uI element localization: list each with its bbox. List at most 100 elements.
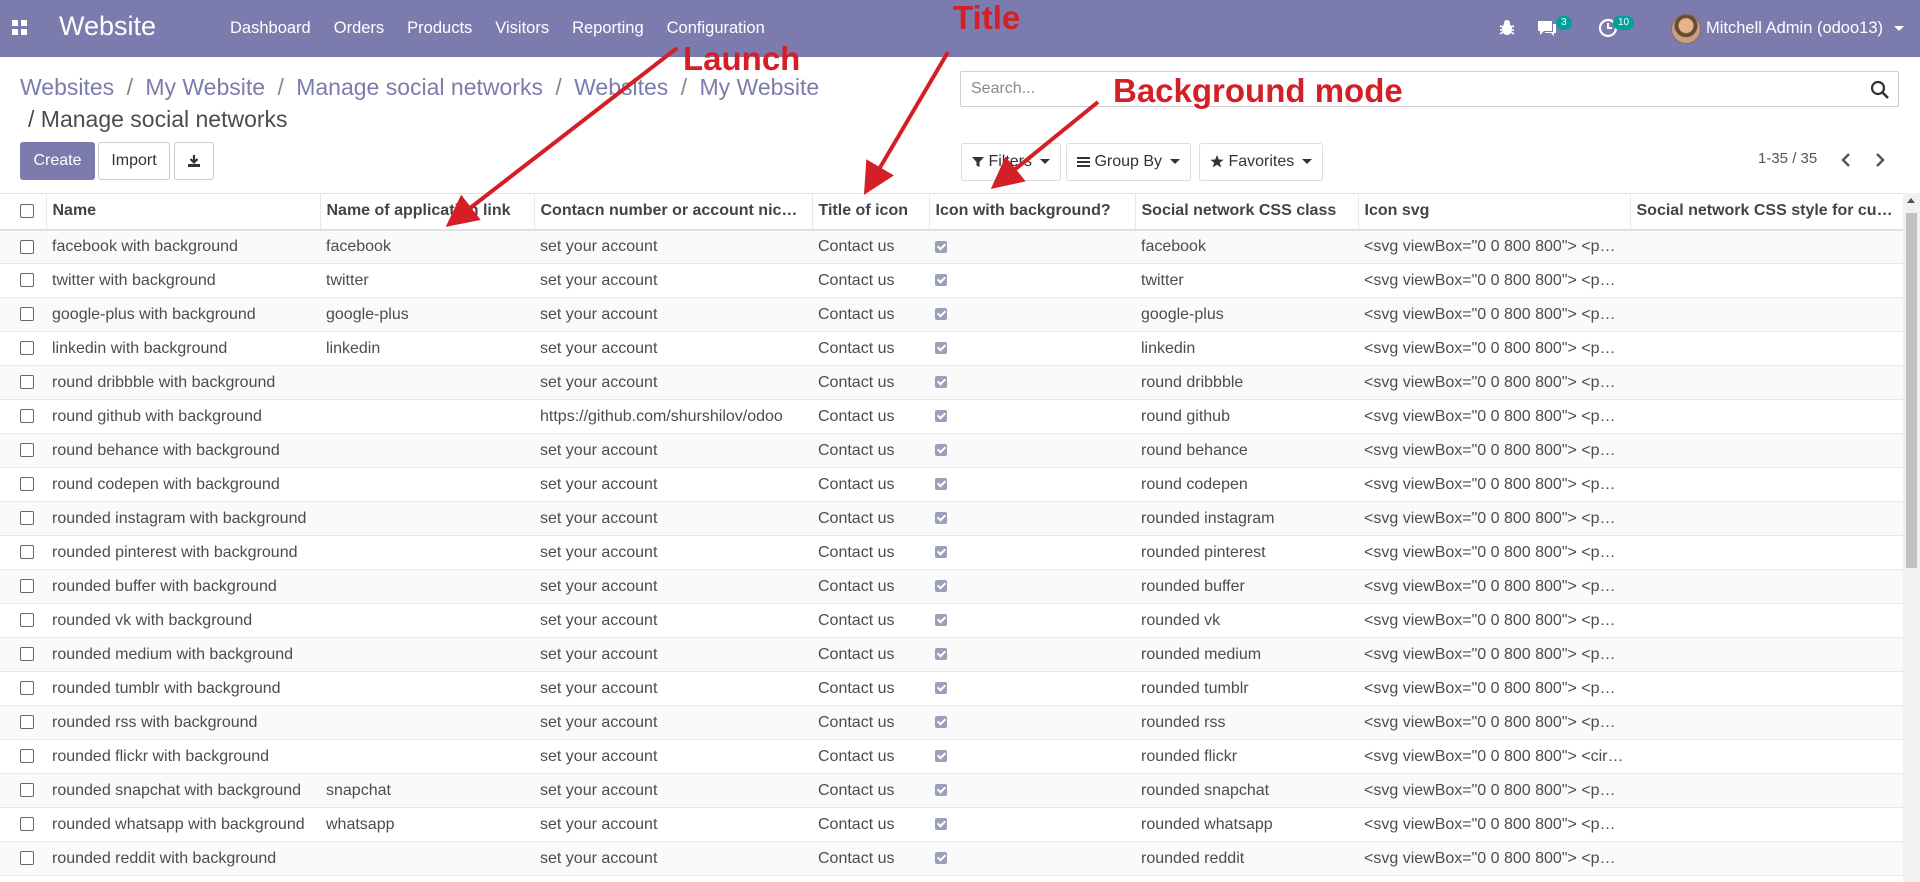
table-row[interactable]: rounded pinterest with background set you… <box>0 535 1903 570</box>
pager-next-icon[interactable] <box>1873 152 1887 168</box>
table-row[interactable]: round dribbble with background set your a… <box>0 365 1903 400</box>
cell-icon-svg[interactable]: <svg viewBox="0 0 800 800"> <path d="M"/… <box>1358 637 1630 672</box>
row-select-cell[interactable] <box>0 263 46 298</box>
cell-contact[interactable]: set your account <box>534 569 812 604</box>
table-row[interactable]: rounded flickr with background set your a… <box>0 739 1903 774</box>
cell-app-link[interactable] <box>320 671 534 706</box>
cell-app-link[interactable]: google-plus <box>320 297 534 332</box>
table-row[interactable]: google-plus with background google-plus se… <box>0 297 1903 332</box>
cell-css-class[interactable]: rounded whatsapp <box>1135 807 1358 842</box>
menu-visitors[interactable]: Visitors <box>495 0 549 57</box>
cell-contact[interactable]: set your account <box>534 263 812 298</box>
row-checkbox[interactable] <box>20 613 34 628</box>
avatar[interactable] <box>1671 14 1701 44</box>
cell-name[interactable]: google-plus with background <box>46 297 320 332</box>
row-checkbox[interactable] <box>20 375 34 390</box>
cell-title[interactable]: Contact us <box>812 841 929 876</box>
bug-icon[interactable] <box>1497 18 1517 38</box>
cell-title[interactable]: Contact us <box>812 331 929 366</box>
table-row[interactable]: round behance with background set your ac… <box>0 433 1903 468</box>
favorites-button[interactable]: Favorites <box>1199 143 1324 181</box>
cell-css-class[interactable]: rounded pinterest <box>1135 535 1358 570</box>
cell-name[interactable]: rounded tumblr with background <box>46 671 320 706</box>
cell-css-style[interactable] <box>1630 501 1903 536</box>
cell-contact[interactable]: set your account <box>534 603 812 638</box>
row-select-cell[interactable] <box>0 467 46 502</box>
cell-icon-svg[interactable]: <svg viewBox="0 0 800 800"> <path d="M"/… <box>1358 841 1630 876</box>
cell-css-style[interactable] <box>1630 739 1903 774</box>
cell-title[interactable]: Contact us <box>812 705 929 740</box>
table-row[interactable]: rounded instagram with background set you… <box>0 501 1903 536</box>
cell-icon-background[interactable] <box>929 229 1135 264</box>
cell-css-class[interactable]: rounded reddit <box>1135 841 1358 876</box>
cell-css-style[interactable] <box>1630 671 1903 706</box>
row-select-cell[interactable] <box>0 229 46 264</box>
cell-css-style[interactable] <box>1630 433 1903 468</box>
cell-css-style[interactable] <box>1630 705 1903 740</box>
menu-reporting[interactable]: Reporting <box>572 0 644 57</box>
cell-icon-svg[interactable]: <svg viewBox="0 0 800 800"> <path d="M"/… <box>1358 467 1630 502</box>
cell-title[interactable]: Contact us <box>812 399 929 434</box>
cell-icon-svg[interactable]: <svg viewBox="0 0 800 800"> <path d="M"/… <box>1358 229 1630 264</box>
cell-icon-background[interactable] <box>929 467 1135 502</box>
cell-css-style[interactable] <box>1630 535 1903 570</box>
cell-icon-svg[interactable]: <svg viewBox="0 0 800 800"> <path d="M"/… <box>1358 807 1630 842</box>
cell-css-style[interactable] <box>1630 365 1903 400</box>
row-select-cell[interactable] <box>0 433 46 468</box>
cell-css-style[interactable] <box>1630 399 1903 434</box>
cell-contact[interactable]: set your account <box>534 773 812 808</box>
cell-icon-background[interactable] <box>929 569 1135 604</box>
row-checkbox[interactable] <box>20 307 34 322</box>
cell-icon-background[interactable] <box>929 637 1135 672</box>
cell-css-style[interactable] <box>1630 331 1903 366</box>
cell-css-style[interactable] <box>1630 263 1903 298</box>
cell-app-link[interactable]: facebook <box>320 229 534 264</box>
cell-contact[interactable]: set your account <box>534 637 812 672</box>
cell-title[interactable]: Contact us <box>812 637 929 672</box>
column-contact[interactable]: Contacn number or account nickname <box>534 193 813 231</box>
table-row[interactable]: twitter with background twitter set your a… <box>0 263 1903 298</box>
breadcrumb-websites-2[interactable]: Websites <box>574 74 668 100</box>
cell-title[interactable]: Contact us <box>812 229 929 264</box>
cell-icon-background[interactable] <box>929 297 1135 332</box>
cell-icon-background[interactable] <box>929 807 1135 842</box>
cell-css-style[interactable] <box>1630 603 1903 638</box>
user-caret-icon[interactable] <box>1894 26 1904 31</box>
row-checkbox[interactable] <box>20 851 34 866</box>
cell-name[interactable]: rounded medium with background <box>46 637 320 672</box>
row-checkbox[interactable] <box>20 477 34 492</box>
cell-title[interactable]: Contact us <box>812 535 929 570</box>
cell-name[interactable]: rounded flickr with background <box>46 739 320 774</box>
cell-name[interactable]: linkedin with background <box>46 331 320 366</box>
cell-css-style[interactable] <box>1630 773 1903 808</box>
cell-css-style[interactable] <box>1630 297 1903 332</box>
cell-title[interactable]: Contact us <box>812 297 929 332</box>
cell-contact[interactable]: set your account <box>534 229 812 264</box>
row-checkbox[interactable] <box>20 443 34 458</box>
row-select-cell[interactable] <box>0 739 46 774</box>
cell-app-link[interactable] <box>320 841 534 876</box>
cell-icon-background[interactable] <box>929 603 1135 638</box>
row-checkbox[interactable] <box>20 341 34 356</box>
cell-css-class[interactable]: round github <box>1135 399 1358 434</box>
row-select-cell[interactable] <box>0 535 46 570</box>
cell-icon-svg[interactable]: <svg viewBox="0 0 800 800"> <path d="M"/… <box>1358 399 1630 434</box>
row-checkbox[interactable] <box>20 273 34 288</box>
cell-css-class[interactable]: rounded buffer <box>1135 569 1358 604</box>
create-button[interactable]: Create <box>20 142 95 180</box>
cell-css-class[interactable]: rounded instagram <box>1135 501 1358 536</box>
cell-icon-svg[interactable]: <svg viewBox="0 0 800 800"> <path d="M"/… <box>1358 433 1630 468</box>
cell-name[interactable]: twitter with background <box>46 263 320 298</box>
cell-icon-svg[interactable]: <svg viewBox="0 0 800 800"> <path d="M"/… <box>1358 297 1630 332</box>
row-checkbox[interactable] <box>20 511 34 526</box>
cell-contact[interactable]: set your account <box>534 841 812 876</box>
cell-icon-background[interactable] <box>929 773 1135 808</box>
cell-app-link[interactable]: whatsapp <box>320 807 534 842</box>
cell-app-link[interactable] <box>320 637 534 672</box>
row-checkbox[interactable] <box>20 783 34 798</box>
cell-name[interactable]: round codepen with background <box>46 467 320 502</box>
cell-app-link[interactable] <box>320 365 534 400</box>
cell-app-link[interactable] <box>320 705 534 740</box>
cell-contact[interactable]: set your account <box>534 467 812 502</box>
row-checkbox[interactable] <box>20 579 34 594</box>
